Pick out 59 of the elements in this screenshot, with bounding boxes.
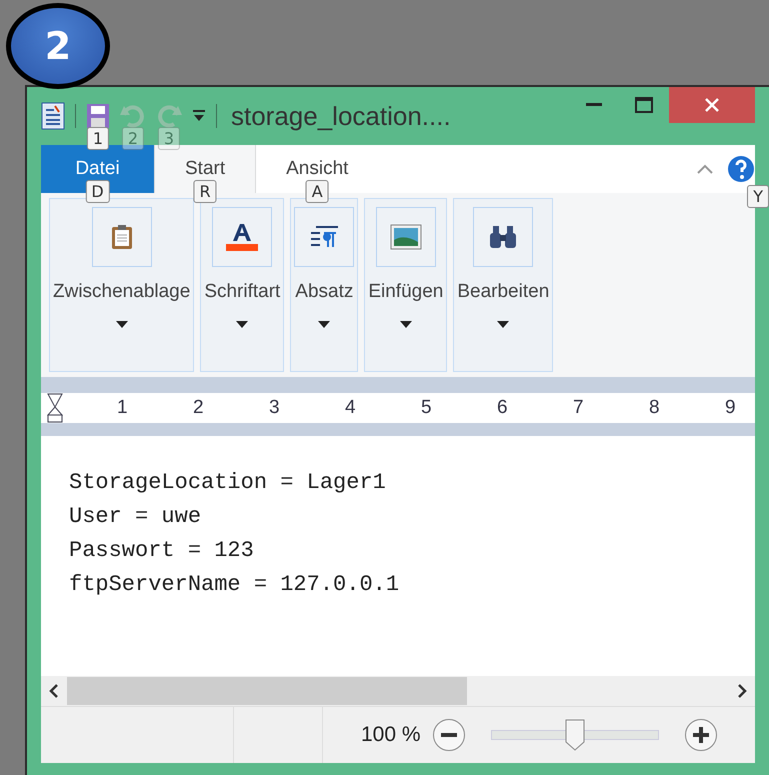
- ruler-number: 3: [269, 396, 281, 418]
- scroll-right-icon[interactable]: [737, 684, 747, 698]
- caret-icon: [116, 321, 128, 328]
- ribbon-button[interactable]: [212, 207, 272, 267]
- step-number-badge: 2: [6, 3, 110, 89]
- plus-icon: [692, 727, 709, 743]
- minus-icon: [440, 733, 457, 737]
- group-label: Schriftart: [204, 281, 280, 303]
- zoom-in-button[interactable]: [684, 719, 717, 751]
- dropdown-caret-icon[interactable]: [192, 110, 206, 122]
- caret-icon: [400, 321, 412, 328]
- ruler-number: 4: [345, 396, 357, 418]
- picture-icon: [390, 224, 422, 250]
- ruler-number: 6: [497, 396, 509, 418]
- close-icon: [704, 97, 720, 113]
- help-icon[interactable]: [727, 155, 755, 183]
- ribbon-button[interactable]: [473, 207, 534, 267]
- ruler-number: 9: [725, 396, 737, 418]
- group-label: Bearbeiten: [457, 281, 550, 303]
- text-line: StorageLocation = Lager1: [69, 470, 386, 495]
- indent-marker-icon[interactable]: [47, 392, 63, 422]
- maximize-icon: [635, 97, 653, 113]
- zoom-level: 100 %: [361, 723, 421, 747]
- scrollbar-thumb[interactable]: [67, 677, 467, 705]
- group-label: Absatz: [295, 281, 354, 303]
- ribbon-button[interactable]: [376, 207, 436, 267]
- keytip: Y: [747, 185, 769, 208]
- keytip: 1: [86, 127, 110, 150]
- text-line: ftpServerName = 127.0.0.1: [69, 572, 400, 597]
- close-button[interactable]: [669, 87, 755, 123]
- text-line: Passwort = 123: [69, 538, 254, 563]
- clipboard-icon: [110, 224, 133, 250]
- keytip: R: [194, 180, 217, 203]
- keytip: A: [306, 180, 329, 203]
- document-app-icon[interactable]: [41, 102, 65, 130]
- font-color-icon: [225, 222, 260, 252]
- minimize-icon: [586, 103, 602, 107]
- ruler-number: 1: [117, 396, 129, 418]
- window-title: storage_location....: [231, 100, 451, 132]
- group-label: Zwischenablage: [53, 281, 190, 303]
- ribbon-button[interactable]: [92, 207, 152, 267]
- group-label: Einfügen: [368, 281, 444, 303]
- ruler-number: 5: [421, 396, 433, 418]
- text-line: User = uwe: [69, 504, 202, 529]
- caret-icon: [497, 321, 510, 328]
- keytip: D: [85, 180, 110, 203]
- collapse-ribbon-icon[interactable]: [697, 164, 713, 174]
- ruler-number: 8: [649, 396, 661, 418]
- ruler-number: 2: [193, 396, 205, 418]
- slider-thumb[interactable]: [564, 719, 585, 751]
- scroll-left-icon[interactable]: [49, 684, 59, 698]
- zoom-out-button[interactable]: [432, 719, 465, 751]
- binoculars-icon: [488, 225, 518, 249]
- ruler-number: 7: [573, 396, 585, 418]
- caret-icon: [236, 321, 248, 328]
- zoom-slider[interactable]: [490, 719, 659, 751]
- paragraph-icon: [310, 225, 338, 249]
- ribbon-button[interactable]: [294, 207, 354, 267]
- caret-icon: [318, 321, 330, 328]
